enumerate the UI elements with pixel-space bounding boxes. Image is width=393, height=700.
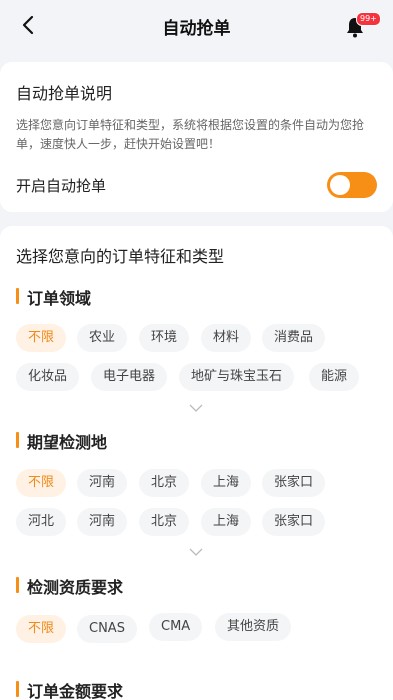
chip-location-zhangjiakou-2[interactable]: 张家口 xyxy=(262,508,326,536)
chip-field-unlimited[interactable]: 不限 xyxy=(16,324,67,352)
chip-field-agriculture[interactable]: 农业 xyxy=(77,324,128,352)
chip-field-energy[interactable]: 能源 xyxy=(309,363,360,391)
chip-field-mining-jewelry[interactable]: 地矿与珠宝玉石 xyxy=(179,363,295,391)
page-title: 自动抢单 xyxy=(162,19,231,39)
notification-badge: 99+ xyxy=(356,12,381,26)
chip-qualification-cnas[interactable]: CNAS xyxy=(77,615,137,643)
intro-title: 自动抢单说明 xyxy=(16,84,113,103)
chip-field-cosmetics[interactable]: 化妆品 xyxy=(16,363,80,391)
section-title-test-location: 期望检测地 xyxy=(16,429,107,453)
chip-field-electronics[interactable]: 电子电器 xyxy=(91,363,168,391)
chevron-down-icon[interactable] xyxy=(189,548,203,556)
chip-field-materials[interactable]: 材料 xyxy=(201,324,252,352)
chip-location-beijing[interactable]: 北京 xyxy=(139,469,190,497)
chip-field-environment[interactable]: 环境 xyxy=(139,324,190,352)
header: 自动抢单 99+ xyxy=(0,0,393,52)
chip-location-shanghai[interactable]: 上海 xyxy=(201,469,252,497)
chevron-down-icon[interactable] xyxy=(189,404,203,412)
chip-qualification-other[interactable]: 其他资质 xyxy=(215,613,292,641)
intro-card: 自动抢单说明 选择您意向订单特征和类型，系统将根据您设置的条件自动为您抢单，速度… xyxy=(0,62,393,212)
chip-location-shanghai-2[interactable]: 上海 xyxy=(201,508,252,536)
section-title-qualification: 检测资质要求 xyxy=(16,574,123,598)
chip-location-beijing-2[interactable]: 北京 xyxy=(139,508,190,536)
section-title-order-amount: 订单金额要求 xyxy=(16,678,123,700)
chip-location-zhangjiakou[interactable]: 张家口 xyxy=(262,469,326,497)
chip-location-henan[interactable]: 河南 xyxy=(77,469,128,497)
toggle-knob xyxy=(330,175,350,195)
auto-grab-toggle[interactable] xyxy=(327,172,377,198)
preferences-title: 选择您意向的订单特征和类型 xyxy=(16,247,225,266)
section-title-order-field: 订单领域 xyxy=(16,285,91,309)
intro-description: 选择您意向订单特征和类型，系统将根据您设置的条件自动为您抢单，速度快人一步，赶快… xyxy=(16,118,365,151)
chip-qualification-cma[interactable]: CMA xyxy=(149,613,203,641)
chip-field-consumer-goods[interactable]: 消费品 xyxy=(262,324,326,352)
auto-grab-toggle-label: 开启自动抢单 xyxy=(16,177,107,195)
chip-location-henan-2[interactable]: 河南 xyxy=(77,508,128,536)
chip-qualification-unlimited[interactable]: 不限 xyxy=(16,615,67,643)
preferences-card: 选择您意向的订单特征和类型 订单领域 不限 农业 环境 材料 消费品 化妆品 电… xyxy=(0,226,393,700)
chip-location-hebei[interactable]: 河北 xyxy=(16,508,67,536)
chip-location-unlimited[interactable]: 不限 xyxy=(16,469,67,497)
